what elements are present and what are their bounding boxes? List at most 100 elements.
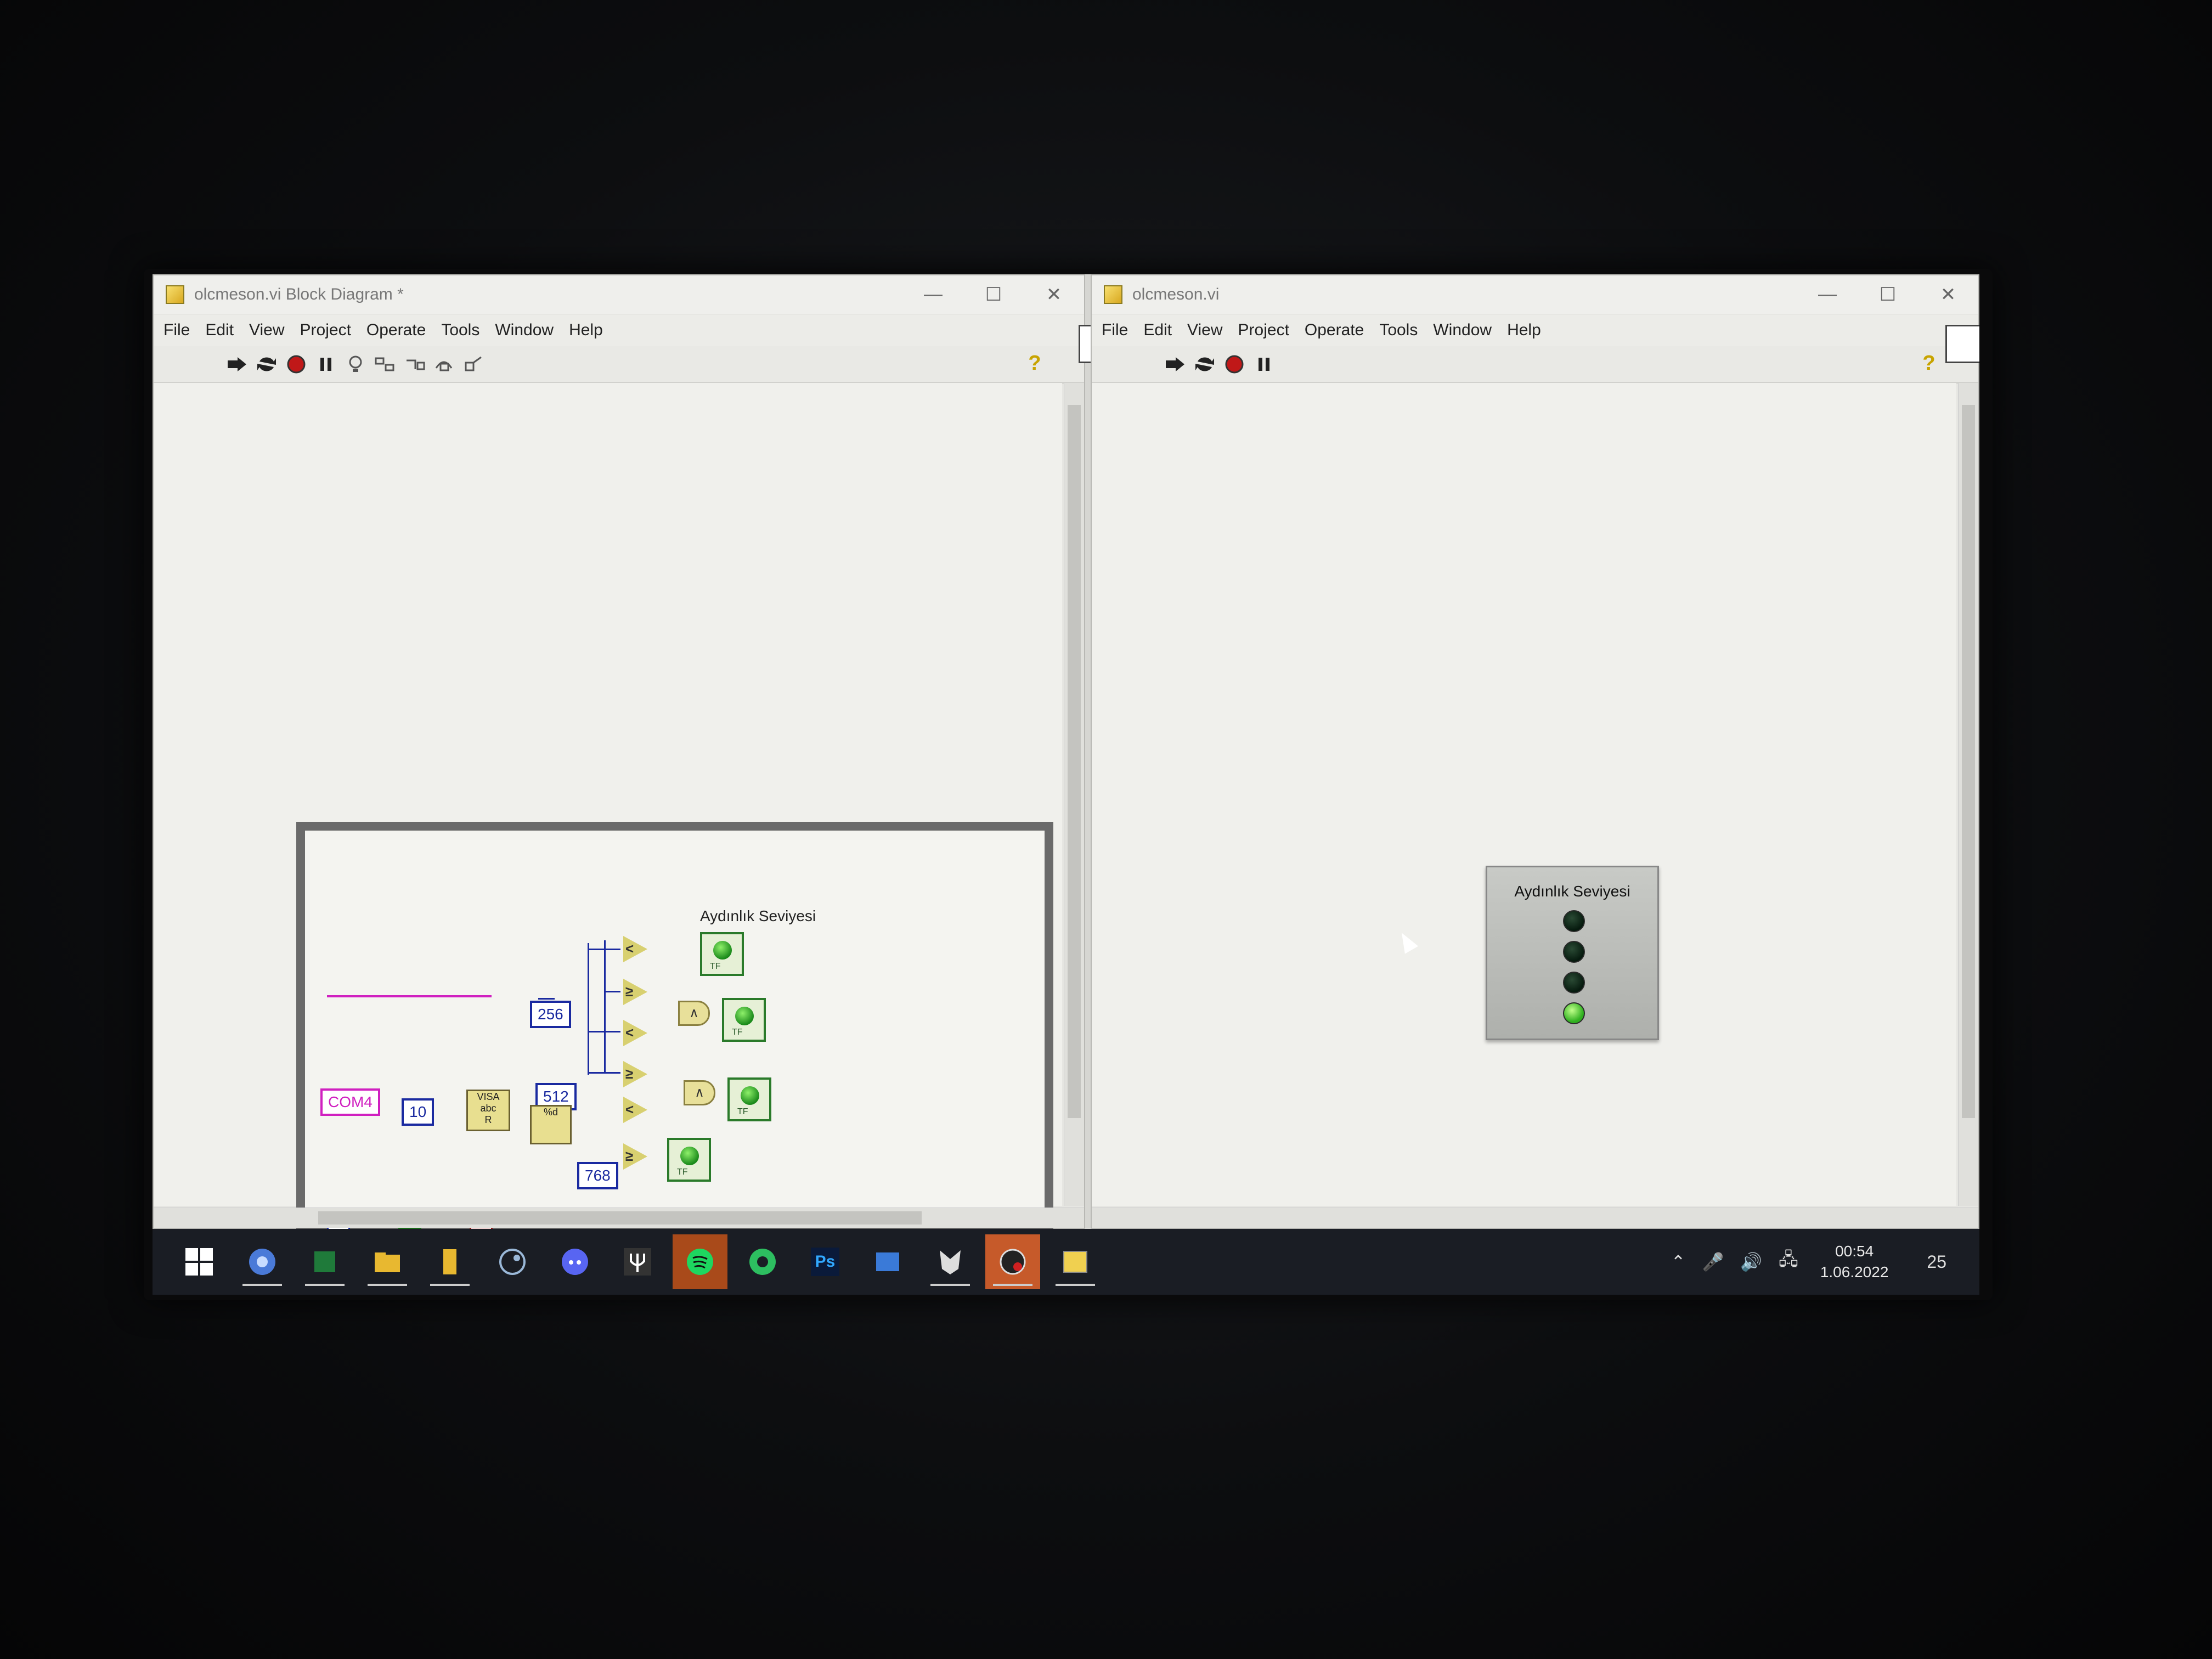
menu-window[interactable]: Window [495, 321, 554, 340]
vi-connector-icon[interactable] [1945, 325, 1979, 363]
notification-center-icon[interactable]: 25 [1910, 1252, 1946, 1272]
menu-help[interactable]: Help [1507, 321, 1541, 340]
chevron-up-icon[interactable]: ⌃ [1671, 1251, 1686, 1272]
run-continuously-icon[interactable] [1193, 352, 1217, 376]
visa-read-label: R [484, 1114, 492, 1125]
retain-wire-values-icon[interactable] [373, 352, 397, 376]
psi-icon[interactable] [610, 1234, 665, 1289]
discord-icon[interactable] [548, 1234, 602, 1289]
toolbar: ? [154, 346, 1084, 383]
minimize-button[interactable]: — [903, 284, 963, 306]
titlebar[interactable]: olcmeson.vi — ☐ ✕ [1092, 275, 1978, 314]
maximize-button[interactable]: ☐ [963, 284, 1024, 306]
windows-start-icon[interactable] [185, 1248, 213, 1276]
menu-edit[interactable]: Edit [1143, 321, 1172, 340]
close-button[interactable]: ✕ [1918, 284, 1978, 306]
run-arrow-icon[interactable] [225, 352, 249, 376]
file-explorer-icon[interactable] [360, 1234, 415, 1289]
visa-read-subvi[interactable]: VISA abc R [466, 1090, 510, 1131]
step-into-icon[interactable] [403, 352, 427, 376]
wire [588, 1031, 620, 1032]
menu-project[interactable]: Project [1238, 321, 1289, 340]
labview-icon[interactable] [1048, 1234, 1103, 1289]
menu-edit[interactable]: Edit [205, 321, 234, 340]
minimize-button[interactable]: — [1797, 284, 1858, 306]
network-icon[interactable]: 🖧 [1779, 1247, 1798, 1277]
vertical-scrollbar[interactable] [1064, 383, 1084, 1206]
block-diagram-window: olcmeson.vi Block Diagram * — ☐ ✕ File E… [153, 274, 1117, 1232]
block-diagram-canvas[interactable]: Aydınlık Seviyesi COM4 10 256 512 768 VI… [154, 383, 1062, 1232]
context-help-button[interactable]: ? [1024, 352, 1046, 376]
microphone-icon[interactable]: 🎤 [1702, 1251, 1724, 1272]
foxhole-icon[interactable] [923, 1234, 978, 1289]
visa-label: VISA [477, 1091, 500, 1102]
menu-tools[interactable]: Tools [441, 321, 479, 340]
comparator-symbol: < [625, 940, 634, 957]
abort-icon[interactable] [1222, 352, 1246, 376]
toolbar: ? [1092, 346, 1978, 383]
menu-tools[interactable]: Tools [1379, 321, 1418, 340]
horizontal-scrollbar[interactable] [1092, 1207, 1978, 1228]
screen: olcmeson.vi Block Diagram * — ☐ ✕ File E… [153, 274, 1979, 1295]
window-title: olcmeson.vi [1132, 285, 1220, 303]
run-arrow-icon[interactable] [1163, 352, 1187, 376]
abort-icon[interactable] [284, 352, 308, 376]
com-port-constant[interactable]: COM4 [320, 1088, 380, 1116]
step-out-icon[interactable] [462, 352, 486, 376]
steam-icon[interactable] [485, 1234, 540, 1289]
menu-operate[interactable]: Operate [366, 321, 426, 340]
led-terminal-3[interactable]: TF [727, 1077, 771, 1121]
menu-view[interactable]: View [1187, 321, 1222, 340]
mouse-cursor-icon [1395, 929, 1419, 954]
front-panel-canvas[interactable]: Aydınlık Seviyesi [1092, 383, 1956, 1206]
close-button[interactable]: ✕ [1024, 284, 1084, 306]
indicator-label: Aydınlık Seviyesi [700, 907, 816, 924]
led-terminal-1[interactable]: TF [700, 932, 744, 976]
menu-help[interactable]: Help [569, 321, 603, 340]
context-help-button[interactable]: ? [1918, 352, 1940, 376]
menu-project[interactable]: Project [300, 321, 351, 340]
menu-file[interactable]: File [163, 321, 190, 340]
comparator-symbol: < [625, 1101, 634, 1118]
and-gate-2[interactable]: ∧ [684, 1080, 715, 1105]
chrome-icon[interactable] [235, 1234, 290, 1289]
highlight-execution-icon[interactable] [343, 352, 368, 376]
photoshop-icon[interactable]: Ps [798, 1234, 853, 1289]
outlook-icon[interactable] [860, 1234, 915, 1289]
folder-icon[interactable] [422, 1234, 477, 1289]
led-terminal-2[interactable]: TF [722, 998, 766, 1042]
panel-label: Aydınlık Seviyesi [1514, 883, 1630, 900]
scan-from-string-subvi[interactable]: %d [530, 1105, 572, 1144]
front-panel-window: olcmeson.vi — ☐ ✕ File Edit View Project… [1091, 274, 1979, 1229]
menu-operate[interactable]: Operate [1305, 321, 1364, 340]
wire [538, 998, 555, 1000]
volume-icon[interactable]: 🔊 [1740, 1251, 1762, 1272]
threshold-768-constant[interactable]: 768 [577, 1162, 618, 1189]
spreadsheet-icon[interactable] [297, 1234, 352, 1289]
vertical-scrollbar[interactable] [1958, 383, 1978, 1206]
horizontal-scrollbar[interactable] [154, 1207, 1084, 1228]
clock[interactable]: 00:54 1.06.2022 [1820, 1241, 1889, 1283]
notification-count: 25 [1927, 1251, 1946, 1272]
wire [588, 949, 620, 950]
byte-count-constant[interactable]: 10 [402, 1098, 435, 1126]
wire [588, 1072, 620, 1074]
spotify-icon[interactable] [673, 1234, 727, 1289]
pause-icon[interactable] [1252, 352, 1276, 376]
evernote-icon[interactable] [735, 1234, 790, 1289]
photoshop-label: Ps [811, 1248, 839, 1276]
step-over-icon[interactable] [432, 352, 456, 376]
while-loop[interactable]: Aydınlık Seviyesi COM4 10 256 512 768 VI… [296, 822, 1053, 1232]
wire [604, 940, 606, 1072]
menu-view[interactable]: View [249, 321, 284, 340]
led-terminal-4[interactable]: TF [667, 1138, 711, 1182]
menu-file[interactable]: File [1102, 321, 1128, 340]
run-continuously-icon[interactable] [255, 352, 279, 376]
pause-icon[interactable] [314, 352, 338, 376]
titlebar[interactable]: olcmeson.vi Block Diagram * — ☐ ✕ [154, 275, 1084, 314]
maximize-button[interactable]: ☐ [1858, 284, 1918, 306]
and-gate-1[interactable]: ∧ [678, 1001, 710, 1026]
threshold-256-constant[interactable]: 256 [530, 1001, 571, 1028]
obs-icon[interactable] [985, 1234, 1040, 1289]
menu-window[interactable]: Window [1433, 321, 1492, 340]
